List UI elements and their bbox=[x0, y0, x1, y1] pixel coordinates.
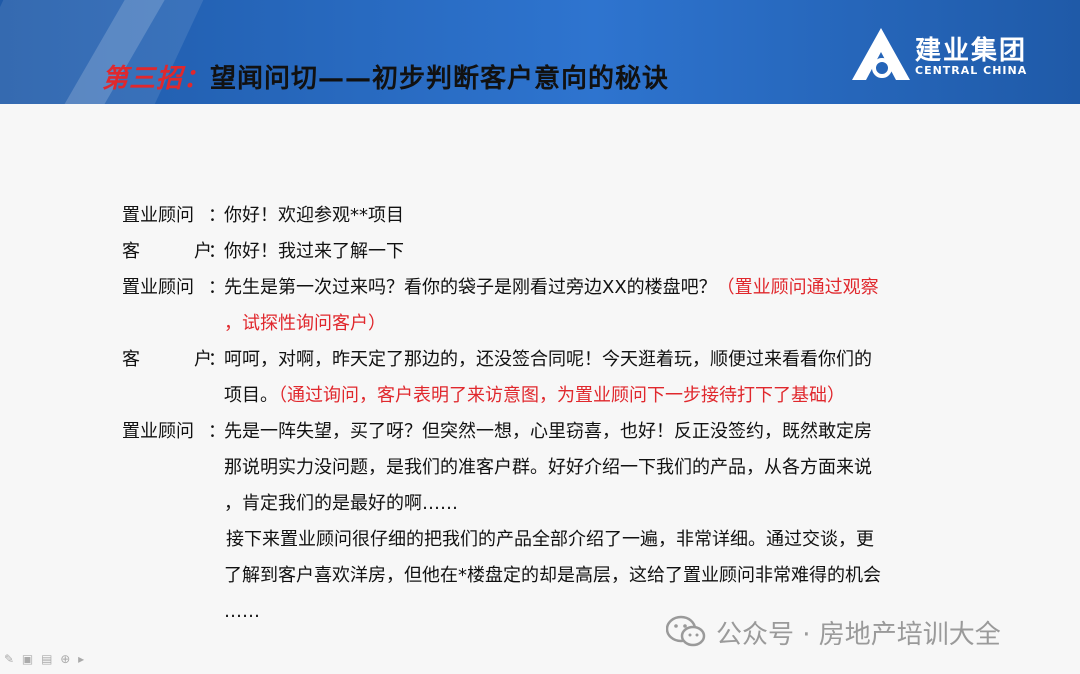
watermark-text: 公众号 · 房地产培训大全 bbox=[716, 619, 1001, 650]
speaker-label: 置业顾问 bbox=[122, 421, 194, 442]
dialogue-line: ，试探性询问客户） bbox=[122, 306, 962, 342]
dialogue-text: 先是一阵失望，买了呀？但突然一想，心里窃喜，也好！反正没签约，既然敢定房 bbox=[224, 421, 872, 442]
dialogue-text: 接下来置业顾问很仔细的把我们的产品全部介绍了一遍，非常详细。通过交谈，更 bbox=[226, 529, 874, 550]
dialogue-line: 客 户 ： 呵呵，对啊，昨天定了那边的，还没签合同呢！今天逛着玩，顺便过来看看你… bbox=[122, 342, 962, 378]
dialogue-text: 了解到客户喜欢洋房，但他在*楼盘定的却是高层，这给了置业顾问非常难得的机会 bbox=[224, 565, 881, 586]
title-main: 望闻问切——初步判断客户意向的秘诀 bbox=[210, 64, 670, 94]
dialogue-text: 项目。（通过询问，客户表明了来访意图，为置业顾问下一步接待打下了基础） bbox=[224, 378, 845, 414]
wechat-icon bbox=[666, 615, 706, 647]
dialogue-text: 你好！欢迎参观**项目 bbox=[224, 205, 404, 226]
dialogue-text: ，肯定我们的是最好的啊…… bbox=[224, 493, 458, 514]
dialogue-text: …… bbox=[224, 601, 260, 622]
title-prefix: 第三招： bbox=[102, 64, 211, 94]
speaker-label: 置业顾问 bbox=[122, 277, 194, 298]
dialogue-text-main: 项目。 bbox=[224, 385, 278, 406]
menu-icon[interactable]: ▤ bbox=[41, 652, 54, 666]
dialogue-line: 了解到客户喜欢洋房，但他在*楼盘定的却是高层，这给了置业顾问非常难得的机会 bbox=[122, 558, 962, 594]
annotation-note: （置业顾问通过观察 bbox=[716, 277, 879, 298]
zoom-icon[interactable]: ⊕ bbox=[60, 652, 72, 666]
speaker-label: 置业顾问 bbox=[122, 205, 194, 226]
dialogue-body: 置业顾问 ： 你好！欢迎参观**项目 客 户 ： 你好！我过来了解一下 置业顾问… bbox=[122, 198, 962, 630]
speaker-label: 客 户 bbox=[122, 234, 212, 270]
annotation-note: ，试探性询问客户） bbox=[224, 313, 386, 334]
slide-toolbar[interactable]: ✎ ▣ ▤ ⊕ ▸ bbox=[4, 652, 86, 666]
dialogue-line: ，肯定我们的是最好的啊…… bbox=[122, 486, 962, 522]
dialogue-line: 置业顾问 ： 先是一阵失望，买了呀？但突然一想，心里窃喜，也好！反正没签约，既然… bbox=[122, 414, 962, 450]
dialogue-text-main: 先生是第一次过来吗？看你的袋子是刚看过旁边XX的楼盘吧？ bbox=[224, 277, 717, 298]
dialogue-text: 那说明实力没问题，是我们的准客户群。好好介绍一下我们的产品，从各方面来说 bbox=[224, 457, 872, 478]
pen-icon[interactable]: ✎ bbox=[4, 652, 16, 666]
camera-icon[interactable]: ▸ bbox=[78, 652, 86, 666]
dialogue-line: 客 户 ： 你好！我过来了解一下 bbox=[122, 234, 962, 270]
logo-icon bbox=[852, 28, 910, 80]
company-logo: 建业集团 CENTRAL CHINA bbox=[852, 28, 1042, 88]
dialogue-line: 那说明实力没问题，是我们的准客户群。好好介绍一下我们的产品，从各方面来说 bbox=[122, 450, 962, 486]
logo-english-text: CENTRAL CHINA bbox=[915, 64, 1028, 77]
dialogue-text: 先生是第一次过来吗？看你的袋子是刚看过旁边XX的楼盘吧？（置业顾问通过观察 bbox=[224, 270, 879, 306]
logo-chinese-text: 建业集团 bbox=[915, 36, 1028, 66]
dialogue-line: 项目。（通过询问，客户表明了来访意图，为置业顾问下一步接待打下了基础） bbox=[122, 378, 962, 414]
dialogue-line: 置业顾问 ： 先生是第一次过来吗？看你的袋子是刚看过旁边XX的楼盘吧？（置业顾问… bbox=[122, 270, 962, 306]
annotation-note: （通过询问，客户表明了来访意图，为置业顾问下一步接待打下了基础） bbox=[278, 385, 845, 406]
dialogue-line: 置业顾问 ： 你好！欢迎参观**项目 bbox=[122, 198, 962, 234]
dialogue-text: 呵呵，对啊，昨天定了那边的，还没签合同呢！今天逛着玩，顺便过来看看你们的 bbox=[224, 349, 872, 370]
slides-icon[interactable]: ▣ bbox=[22, 652, 35, 666]
dialogue-line: 接下来置业顾问很仔细的把我们的产品全部介绍了一遍，非常详细。通过交谈，更 bbox=[122, 522, 962, 558]
dialogue-text: 你好！我过来了解一下 bbox=[224, 241, 404, 262]
speaker-label: 客 户 bbox=[122, 342, 212, 378]
speaker-char: 客 bbox=[122, 349, 140, 370]
watermark: 公众号 · 房地产培训大全 bbox=[666, 612, 1001, 652]
slide-title: 第三招：望闻问切——初步判断客户意向的秘诀 bbox=[102, 58, 669, 95]
speaker-char: 客 bbox=[122, 241, 140, 262]
